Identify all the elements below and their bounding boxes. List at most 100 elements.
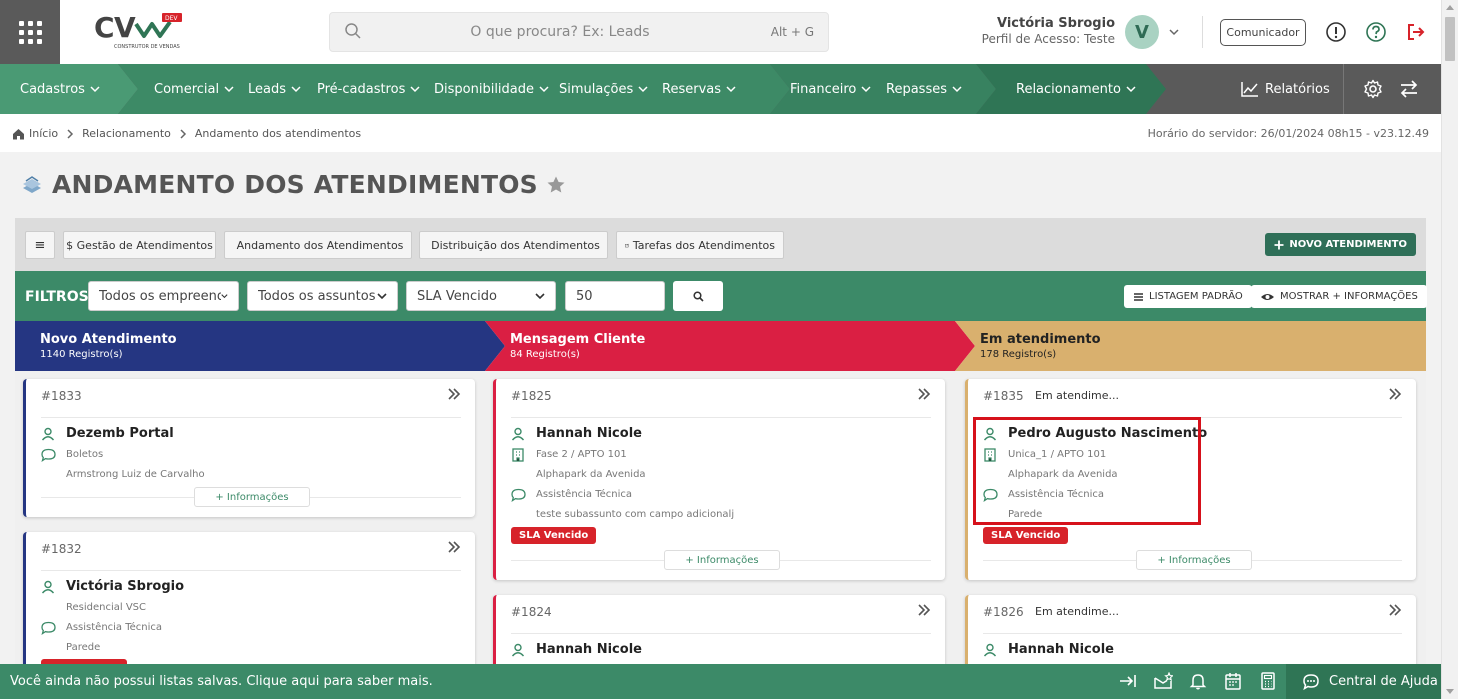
card-client-name[interactable]: Hannah Nicole [536,426,642,441]
info-icon[interactable] [1325,21,1347,43]
brand-logo[interactable]: C V DEV CONSTRUTOR DE VENDAS [92,10,188,52]
tab-gestao-atendimentos[interactable]: $ Gestão de Atendimentos [63,231,216,259]
nav-item-relacionamento[interactable]: Relacionamento [1016,64,1136,114]
help-center-button[interactable]: Central de Ajuda [1286,664,1441,699]
comunicador-button[interactable]: Comunicador [1220,19,1306,46]
double-chevron-right-icon[interactable] [1388,604,1402,616]
chevron-down-icon [535,293,545,300]
avatar[interactable]: V [1125,15,1159,49]
column-novo-atendimento[interactable]: #1833 Dezemb Portal Boletos Armstrong Lu… [15,371,485,678]
user-icon [41,427,55,440]
show-more-info-button[interactable]: MOSTRAR + INFORMAÇÕES [1251,285,1427,308]
card-subject: Boletos [66,449,104,460]
swap-icon[interactable] [1399,79,1419,99]
page-title: ANDAMENTO DOS ATENDIMENTOS [52,170,538,199]
new-atendimento-button[interactable]: NOVO ATENDIMENTO [1265,233,1416,256]
gear-icon[interactable] [1363,79,1383,99]
divider [1202,16,1203,48]
scroll-up-arrow[interactable] [1446,5,1454,10]
atendimento-card[interactable]: #1832 Victória Sbrogio Residencial VSC A… [23,532,475,678]
page-scrollbar[interactable] [1441,0,1458,699]
column-em-atendimento[interactable]: #1835 Em atendime... Pedro Augusto Nasci… [955,371,1426,678]
nav-item-cadastros[interactable]: Cadastros [20,64,100,114]
filter-search-button[interactable] [673,281,723,311]
calendar-icon[interactable] [1223,672,1243,690]
nav-item-comercial[interactable]: Comercial [154,64,234,114]
card-client-name[interactable]: Dezemb Portal [66,426,174,441]
double-chevron-right-icon[interactable] [1388,388,1402,400]
bell-icon[interactable] [1188,672,1208,690]
star-icon[interactable] [546,175,566,195]
nav-item-relatorios[interactable]: Relatórios [1241,64,1330,114]
collapse-right-icon[interactable] [1118,672,1138,690]
breadcrumb-relacionamento[interactable]: Relacionamento [82,127,171,140]
card-client-name[interactable]: Pedro Augusto Nascimento [1008,426,1207,441]
chevron-down-icon [726,86,736,93]
list-icon [1134,292,1143,301]
atendimento-card[interactable]: #1835 Em atendime... Pedro Augusto Nasci… [965,379,1416,580]
show-more-info-label: MOSTRAR + INFORMAÇÕES [1280,291,1418,302]
nav-item-label: Repasses [886,81,947,97]
card-client: Hannah Nicole [983,642,1114,657]
breadcrumb-home-label: Início [29,127,59,140]
atendimento-card[interactable]: #1825 Hannah Nicole Fase 2 / APTO 101 Al… [493,379,945,580]
mail-star-icon[interactable] [1153,672,1173,690]
chevron-down-icon [539,86,549,93]
nav-item-financeiro[interactable]: Financeiro [790,64,871,114]
calculator-icon[interactable] [1258,672,1278,690]
tab-andamento-atendimentos[interactable]: Andamento dos Atendimentos [224,231,412,259]
card-id: #1826 [983,605,1024,619]
tab-tarefas-atendimentos[interactable]: Tarefas dos Atendimentos [616,231,784,259]
card-client-name[interactable]: Victória Sbrogio [66,579,184,594]
double-chevron-right-icon[interactable] [447,541,461,553]
card-subject: Assistência Técnica [536,489,633,500]
more-info-button[interactable]: + Informações [194,487,310,507]
user-info[interactable]: Victória Sbrogio Perfil de Acesso: Teste [982,16,1115,46]
filters-bar: FILTROS Todos os empreendimentos Todos o… [15,271,1427,321]
card-client: Hannah Nicole [511,426,642,441]
card-subject: Assistência Técnica [1008,489,1105,500]
app-menu-button[interactable] [0,0,60,64]
nav-item-label: Cadastros [20,81,85,97]
double-chevron-right-icon[interactable] [447,388,461,400]
menu-toggle-button[interactable]: ≡ [25,231,55,259]
filters-label: FILTROS [25,289,89,305]
saved-lists-message[interactable]: Você ainda não possui listas salvas. Cli… [10,674,433,689]
subject-select[interactable]: Todos os assuntos [247,281,398,311]
tab-distribuicao-atendimentos[interactable]: Distribuição dos Atendimentos [419,231,608,259]
card-id: #1825 [511,389,552,403]
global-search[interactable]: Alt + G [329,12,829,52]
nav-item-reservas[interactable]: Reservas [662,64,736,114]
limit-input[interactable]: 50 [565,281,665,311]
tab-label: Tarefas dos Atendimentos [632,238,775,252]
breadcrumb-home[interactable]: Início [12,127,58,140]
nav-item-repasses[interactable]: Repasses [886,64,962,114]
nav-item-pre-cadastros[interactable]: Pré-cadastros [317,64,420,114]
divider [983,417,1402,418]
chat-bubble-icon [983,488,998,502]
card-client-name[interactable]: Hannah Nicole [536,642,642,657]
logout-icon[interactable] [1405,21,1427,43]
column-mensagem-cliente[interactable]: #1825 Hannah Nicole Fase 2 / APTO 101 Al… [485,371,955,678]
nav-item-leads[interactable]: Leads [248,64,301,114]
more-info-button[interactable]: + Informações [664,550,780,570]
double-chevron-right-icon[interactable] [917,388,931,400]
chevron-down-icon[interactable] [1168,26,1180,38]
nav-item-label: Relatórios [1265,81,1330,97]
card-client-name[interactable]: Hannah Nicole [1008,642,1114,657]
enterprise-select[interactable]: Todos os empreendimentos [88,281,239,311]
card-status: Em atendime... [1035,389,1119,402]
sla-select[interactable]: SLA Vencido [406,281,556,311]
more-info-button[interactable]: + Informações [1136,550,1252,570]
search-input[interactable] [370,13,750,51]
footer-icons [1118,672,1278,690]
help-icon[interactable] [1365,21,1387,43]
atendimento-card[interactable]: #1833 Dezemb Portal Boletos Armstrong Lu… [23,379,475,517]
nav-item-simulacoes[interactable]: Simulações [559,64,648,114]
nav-item-disponibilidade[interactable]: Disponibilidade [434,64,549,114]
main-nav: Cadastros Comercial Leads Pré-cadastros … [0,64,1441,114]
scroll-down-arrow[interactable] [1446,689,1454,694]
scrollbar-thumb[interactable] [1445,17,1455,61]
double-chevron-right-icon[interactable] [917,604,931,616]
list-default-button[interactable]: LISTAGEM PADRÃO [1124,285,1252,308]
